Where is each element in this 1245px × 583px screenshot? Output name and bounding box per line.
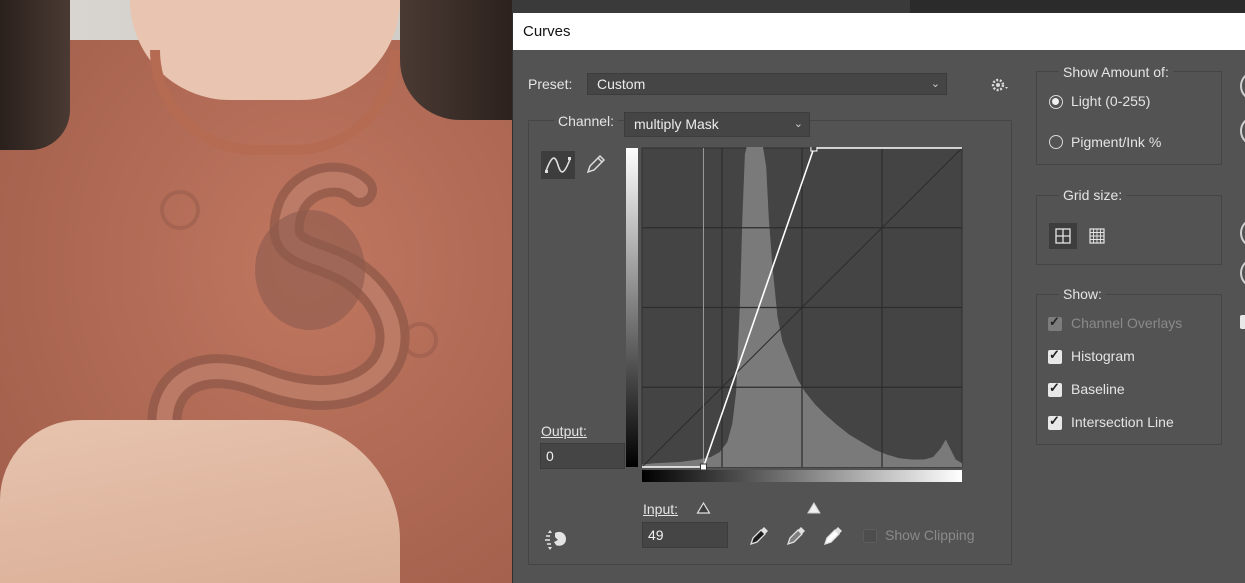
curves-graph[interactable] — [625, 147, 965, 537]
black-eyedropper-icon — [749, 527, 768, 546]
dialog-titlebar: Curves — [513, 13, 1245, 50]
ok-button-partial[interactable] — [1240, 71, 1245, 101]
gray-point-eyedropper-button[interactable] — [785, 525, 807, 547]
black-point-slider[interactable] — [696, 501, 711, 514]
show-amount-legend: Show Amount of: — [1059, 64, 1173, 80]
white-eyedropper-icon — [823, 527, 842, 546]
channel-dropdown[interactable]: multiply Mask ⌄ — [624, 112, 810, 137]
preset-options-gear-icon[interactable] — [990, 76, 1012, 94]
black-point-eyedropper-button[interactable] — [748, 525, 770, 547]
curve-control-point[interactable] — [810, 147, 818, 152]
dialog-title: Curves — [523, 23, 571, 40]
curve-control-point[interactable] — [699, 463, 707, 471]
pencil-icon — [586, 154, 606, 174]
baseline-label: Baseline — [1071, 381, 1125, 397]
arm-shape — [0, 420, 400, 583]
white-point-slider[interactable] — [807, 502, 821, 514]
curves-dialog: Curves Preset: Custom ⌄ Channel: multipl… — [512, 13, 1245, 583]
curve-tool-icon — [545, 157, 571, 173]
white-point-eyedropper-button[interactable] — [822, 525, 844, 547]
targeted-adjustment-tool-button[interactable] — [544, 527, 570, 551]
curve-point-tool-button[interactable] — [541, 151, 575, 179]
input-gradient-bar — [642, 470, 962, 482]
preset-dropdown[interactable]: Custom ⌄ — [587, 73, 947, 95]
pencil-tool-button[interactable] — [583, 153, 607, 177]
grid-size-legend: Grid size: — [1059, 187, 1127, 203]
input-value: 49 — [648, 527, 664, 543]
output-gradient-bar — [626, 148, 638, 467]
preview-checkbox-partial[interactable] — [1240, 315, 1245, 329]
output-label: Output: — [541, 423, 587, 439]
light-radio-label: Light (0-255) — [1071, 93, 1151, 109]
channel-overlays-label: Channel Overlays — [1071, 315, 1183, 331]
hair-right-shape — [400, 0, 512, 120]
show-amount-group — [1036, 71, 1222, 165]
grid-10x10-icon — [1089, 228, 1105, 244]
pigment-ink-radio-label: Pigment/Ink % — [1071, 134, 1162, 150]
channel-overlays-checkbox[interactable] — [1048, 314, 1062, 331]
auto-button-partial[interactable] — [1240, 258, 1245, 288]
preset-label: Preset: — [528, 76, 573, 92]
show-clipping-label: Show Clipping — [885, 527, 975, 543]
baseline-checkbox[interactable] — [1048, 380, 1062, 397]
hand-drag-icon — [545, 530, 566, 550]
intersection-line-checkbox[interactable] — [1048, 413, 1062, 430]
show-legend: Show: — [1059, 286, 1106, 302]
chevron-down-icon: ⌄ — [793, 118, 803, 130]
input-label: Input: — [643, 501, 679, 517]
histogram-checkbox[interactable] — [1048, 347, 1062, 364]
input-value-field[interactable]: 49 — [642, 522, 728, 548]
detailed-grid-button[interactable] — [1083, 223, 1111, 249]
show-clipping-checkbox[interactable] — [863, 529, 877, 543]
grid-4x4-icon — [1055, 228, 1071, 244]
channel-value: multiply Mask — [634, 116, 719, 132]
hair-left-shape — [0, 0, 70, 150]
histogram-label: Histogram — [1071, 348, 1135, 364]
pigment-ink-radio[interactable] — [1049, 135, 1063, 149]
smooth-button-partial[interactable] — [1240, 218, 1245, 248]
cancel-button-partial[interactable] — [1240, 116, 1245, 146]
chevron-down-icon: ⌄ — [930, 78, 940, 90]
background-photo — [0, 0, 512, 583]
light-radio[interactable] — [1049, 95, 1063, 109]
output-value-field[interactable]: 0 — [540, 443, 625, 469]
preset-value: Custom — [597, 76, 646, 92]
app-background-strip — [910, 0, 1245, 14]
output-value: 0 — [546, 448, 554, 464]
channel-label: Channel: — [554, 113, 619, 129]
intersection-line-label: Intersection Line — [1071, 414, 1174, 430]
simple-grid-button[interactable] — [1049, 223, 1077, 249]
gray-eyedropper-icon — [786, 527, 805, 546]
